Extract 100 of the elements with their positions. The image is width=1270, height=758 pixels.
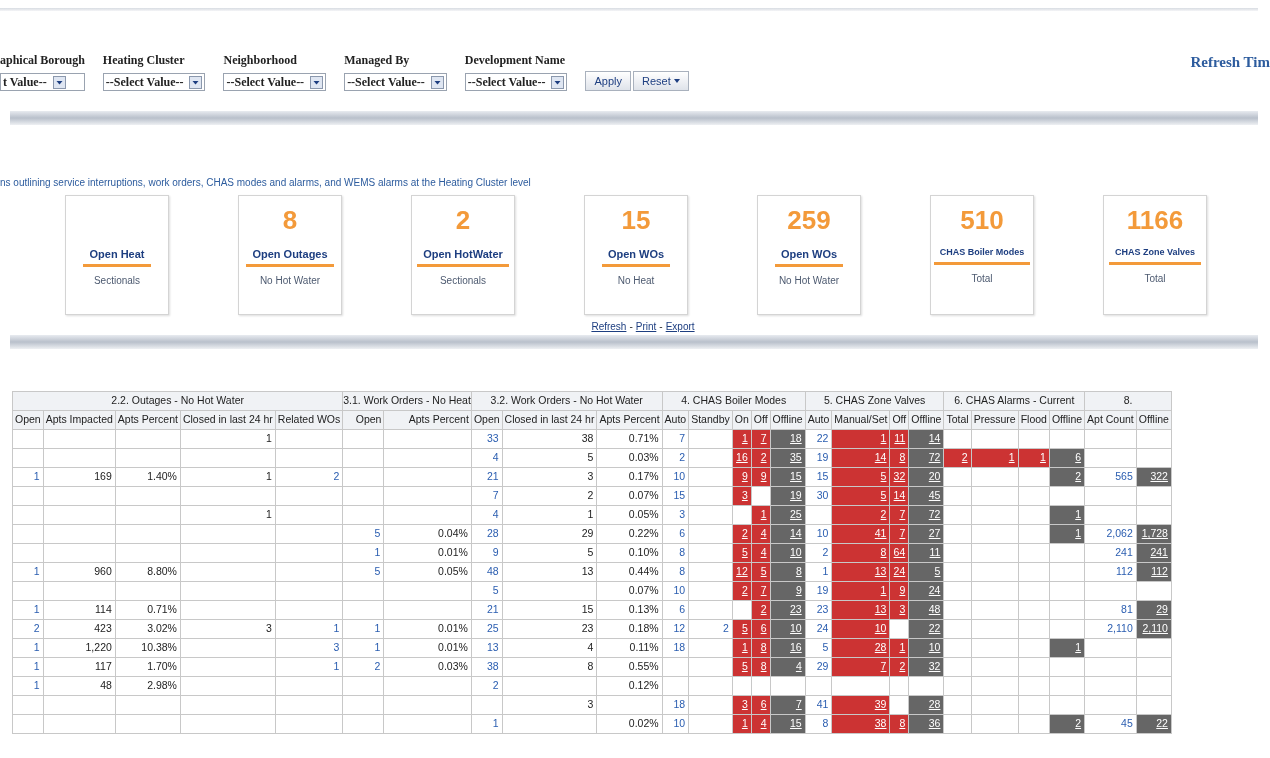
cell-link[interactable]: 9 <box>471 543 503 563</box>
cell-link[interactable]: 25 <box>471 619 503 639</box>
reset-button[interactable]: Reset <box>632 71 689 91</box>
cell-link[interactable]: 12 <box>662 619 689 639</box>
toolbar-link[interactable]: Refresh <box>591 319 627 335</box>
cell-link[interactable]: 241 <box>1084 543 1137 563</box>
cell-link[interactable]: 18 <box>662 695 689 715</box>
table-cell: 0.18% <box>596 619 663 639</box>
cell-link[interactable]: 1 <box>12 467 44 487</box>
cell-link[interactable]: 1 <box>275 619 343 639</box>
table-cell: 169 <box>43 467 116 487</box>
cell-link[interactable]: 112 <box>1084 562 1137 582</box>
cell-link[interactable]: 2 <box>275 467 343 487</box>
cell-link[interactable]: 565 <box>1084 467 1137 487</box>
dropdown-icon <box>551 75 565 89</box>
cell-link[interactable]: 30 <box>805 486 832 506</box>
cell-link[interactable]: 23 <box>805 600 832 620</box>
dropdown-icon <box>189 75 203 89</box>
cell-link[interactable]: 81 <box>1084 600 1137 620</box>
cell-link[interactable]: 1 <box>342 638 384 658</box>
cell-link[interactable]: 1 <box>12 600 44 620</box>
cell-link[interactable]: 19 <box>805 448 832 468</box>
select-field[interactable]: --Select Value-- <box>464 73 568 91</box>
cell-link[interactable]: 8 <box>805 714 832 734</box>
cell-link[interactable]: 7 <box>662 429 689 449</box>
select-field[interactable]: --Select Value-- <box>223 73 327 91</box>
select-field[interactable]: --Select Value-- <box>344 73 447 91</box>
cell-link[interactable]: 8 <box>662 562 689 582</box>
cell-link[interactable]: 1 <box>342 619 384 639</box>
toolbar-link[interactable]: Print <box>635 319 657 335</box>
cell-link[interactable]: 33 <box>471 429 503 449</box>
cell-link[interactable]: 2,110 <box>1084 619 1137 639</box>
link-separator: - <box>659 320 663 334</box>
cell-link[interactable]: 2 <box>688 619 733 639</box>
cell-link[interactable]: 19 <box>805 581 832 601</box>
cell-link[interactable]: 1 <box>342 543 384 563</box>
dropdown-icon <box>430 75 444 89</box>
cell-link[interactable]: 48 <box>471 562 503 582</box>
cell-link[interactable]: 5 <box>471 581 503 601</box>
cell-link[interactable]: 10 <box>662 581 689 601</box>
cell-link[interactable]: 1 <box>471 714 503 734</box>
cell-link[interactable]: 21 <box>471 600 503 620</box>
cell-link[interactable]: 41 <box>805 695 832 715</box>
cell-link[interactable]: 1 <box>275 657 343 677</box>
cell-link[interactable]: 22 <box>805 429 832 449</box>
cell-link[interactable]: 1 <box>12 638 44 658</box>
table-cell: 1 <box>502 505 597 525</box>
cell-link[interactable]: 2,062 <box>1084 524 1137 544</box>
group-header: 2.2. Outages - No Hot Water <box>12 391 343 411</box>
filter-label: Heating Cluster <box>102 52 186 69</box>
cell-link[interactable]: 24 <box>805 619 832 639</box>
cell-link[interactable]: 5 <box>342 562 384 582</box>
cell-link[interactable]: 21 <box>471 467 503 487</box>
cell-link[interactable]: 15 <box>805 467 832 487</box>
select-field[interactable]: --Select Value-- <box>102 73 206 91</box>
cell-link[interactable]: 2 <box>12 619 44 639</box>
table-cell: 1.70% <box>115 657 181 677</box>
kpi-value: 15 <box>621 207 651 233</box>
kpi-title[interactable]: Open WOs <box>601 246 671 267</box>
select-field[interactable]: t Value-- <box>0 73 85 91</box>
table-cell: 0.01% <box>383 543 472 563</box>
kpi-title[interactable]: Open HotWater <box>417 246 509 267</box>
kpi-title[interactable]: CHAS Boiler Modes <box>933 246 1031 265</box>
cell-link[interactable]: 18 <box>662 638 689 658</box>
cell-link[interactable]: 10 <box>662 467 689 487</box>
cell-link[interactable]: 1 <box>12 676 44 696</box>
cell-link[interactable]: 5 <box>805 638 832 658</box>
cell-link[interactable]: 1 <box>805 562 832 582</box>
cell-link[interactable]: 13 <box>471 638 503 658</box>
filter-label: Managed By <box>344 52 411 69</box>
cell-link[interactable]: 10 <box>805 524 832 544</box>
cell-link[interactable]: 29 <box>805 657 832 677</box>
kpi-title[interactable]: Open WOs <box>774 246 844 267</box>
cell-link[interactable]: 6 <box>662 600 689 620</box>
kpi-subtitle: Total <box>1144 271 1166 286</box>
cell-link[interactable]: 3 <box>275 638 343 658</box>
cell-link[interactable]: 10 <box>662 714 689 734</box>
cell-link[interactable]: 2 <box>662 448 689 468</box>
table-cell: 29 <box>502 524 597 544</box>
cell-link[interactable]: 1 <box>12 657 44 677</box>
kpi-title[interactable]: CHAS Zone Valves <box>1109 246 1201 265</box>
cell-link[interactable]: 3 <box>662 505 689 525</box>
cell-link[interactable]: 45 <box>1084 714 1137 734</box>
cell-link[interactable]: 15 <box>662 486 689 506</box>
kpi-title[interactable]: Open Heat <box>83 246 151 267</box>
apply-button[interactable]: Apply <box>585 71 631 91</box>
cell-link[interactable]: 8 <box>662 543 689 563</box>
cell-link[interactable]: 28 <box>471 524 503 544</box>
cell-link[interactable]: 6 <box>662 524 689 544</box>
kpi-title[interactable]: Open Outages <box>246 246 334 267</box>
cell-link[interactable]: 4 <box>471 505 503 525</box>
cell-link[interactable]: 2 <box>471 676 503 696</box>
cell-link[interactable]: 38 <box>471 657 503 677</box>
cell-link[interactable]: 5 <box>342 524 384 544</box>
toolbar-link[interactable]: Export <box>665 319 695 335</box>
cell-link[interactable]: 7 <box>471 486 503 506</box>
cell-link[interactable]: 2 <box>342 657 384 677</box>
cell-link[interactable]: 2 <box>805 543 832 563</box>
cell-link[interactable]: 4 <box>471 448 503 468</box>
cell-link[interactable]: 1 <box>12 562 44 582</box>
